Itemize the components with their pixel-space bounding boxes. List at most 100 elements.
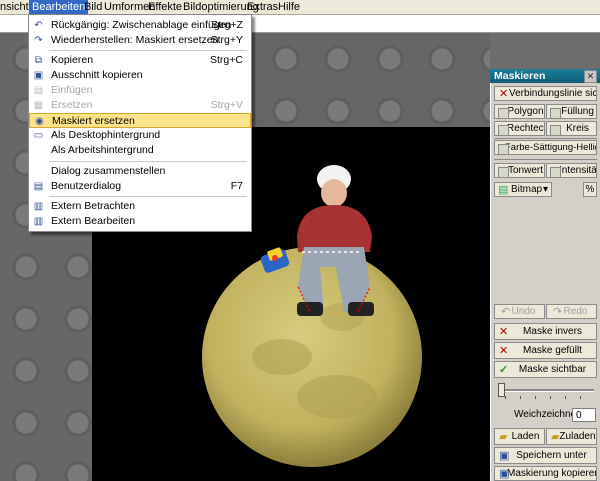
menu-item-shortcut: F7 [230,180,243,192]
menu-item-label: Als Desktophintergrund [51,129,161,141]
menu-item-label: Einfügen [51,84,93,96]
color-mode-checkbox[interactable]: Farbe-Sättigung-Helligkeit [494,140,597,155]
polygon-checkbox[interactable]: Polygon [494,104,545,119]
menu-item-paste[interactable]: ▤ Einfügen [29,83,251,98]
panel-title: Maskieren [494,70,546,82]
button-label: % [585,184,595,195]
copy-icon: ▣ [499,468,510,480]
masked-replace-icon: ◉ [35,116,44,127]
connection-line-toggle[interactable]: ✕ Verbindungslinie sichtbar [494,86,597,101]
checkbox-box [550,125,561,135]
undo-button[interactable]: ↶ Undo [494,304,545,319]
menu-item-user-dialog[interactable]: ▤ Benutzerdialog F7 [29,179,251,194]
checkbox-box [550,108,561,118]
menu-item-copy[interactable]: ⧉ Kopieren Strg+C [29,53,251,68]
menu-item-desktop-background[interactable]: ▭ Als Desktophintergrund [29,128,251,143]
menu-item-redo[interactable]: ↷ Wiederherstellen: Maskiert ersetzen St… [29,33,251,48]
menu-effekte[interactable]: Effekte [148,0,182,14]
close-icon[interactable]: ✕ [584,70,597,83]
redo-button[interactable]: ↷ Redo [546,304,597,319]
mask-filled-button[interactable]: ✕ Maske gefüllt [494,342,597,359]
menu-separator [49,196,247,197]
check-icon: ✓ [499,364,509,376]
undo-icon: ↶ [34,20,43,31]
save-icon: ▣ [499,450,510,462]
menu-item-undo[interactable]: ↶ Rückgängig: Zwischenablage einfügen St… [29,18,251,33]
button-label: Speichern unter [516,450,587,461]
blur-slider-handle[interactable] [498,383,505,397]
button-label: Maske invers [523,326,582,337]
menu-item-external-view[interactable]: ▥ Extern Betrachten [29,199,251,214]
menu-item-label: Extern Betrachten [51,200,136,212]
slider-tick [550,396,551,399]
menu-item-label: Kopieren [51,54,94,66]
menu-item-work-background[interactable]: Als Arbeitshintergrund [29,143,251,158]
paste-icon: ▤ [33,85,44,96]
replace-icon: ▦ [33,100,44,111]
menu-item-external-edit[interactable]: ▥ Extern Bearbeiten [29,214,251,229]
bitmap-dropdown[interactable]: ▤ Bitmap ▾ [494,182,552,197]
menu-separator [49,161,247,162]
menu-item-shortcut: Strg+Z [211,19,243,31]
copy-icon: ⧉ [34,55,43,66]
save-as-button[interactable]: ▣ Speichern unter [494,447,597,464]
cross-icon: ✕ [499,326,509,338]
menu-item-label: Benutzerdialog [51,180,122,192]
menu-item-masked-replace[interactable]: ◉ Maskiert ersetzen [29,113,251,128]
menu-item-copy-selection[interactable]: ▣ Ausschnitt kopieren [29,68,251,83]
edit-icon: ▥ [33,216,44,227]
copy-mask-button[interactable]: ▣ Maskierung kopieren [494,466,597,481]
chevron-down-icon: ▾ [542,184,548,195]
undo-arrow-icon: ↶ [501,306,511,318]
menu-item-replace[interactable]: ▦ Ersetzen Strg+V [29,98,251,113]
menu-separator [49,50,247,51]
blur-slider-track[interactable] [500,389,594,392]
percent-button[interactable]: % [583,182,597,197]
checkbox-box [498,125,509,135]
menu-item-label: Maskiert ersetzen [52,115,135,127]
menu-bild[interactable]: Bild [84,0,102,14]
load-button[interactable]: ▰ Laden [494,428,545,445]
menu-item-label: Als Arbeitshintergrund [51,144,154,156]
button-label: Maskierung kopieren [507,468,597,479]
checkbox-box [498,108,509,118]
edit-menu: ↶ Rückgängig: Zwischenablage einfügen St… [28,14,252,232]
menu-item-label: Wiederherstellen: Maskiert ersetzen [51,34,219,46]
fill-checkbox[interactable]: Füllung [546,104,597,119]
menu-extras[interactable]: Extras [247,0,278,14]
circle-checkbox[interactable]: Kreis [546,121,597,136]
divider [494,138,597,139]
tone-value-checkbox[interactable]: Tonwert [494,163,545,178]
redo-arrow-icon: ↷ [553,306,563,318]
menu-item-label: Dialog zusammenstellen [51,165,166,177]
mask-visible-button[interactable]: ✓ Maske sichtbar [494,361,597,378]
add-load-button[interactable]: ▰ Zuladen [546,428,597,445]
rectangle-checkbox[interactable]: Rechteck [494,121,545,136]
menu-item-compose-dialog[interactable]: Dialog zusammenstellen [29,164,251,179]
menu-bearbeiten[interactable]: Bearbeiten [29,0,89,14]
divider [494,159,597,160]
redo-icon: ↷ [34,35,43,46]
folder-icon: ▰ [499,431,508,443]
button-label: Maske gefüllt [523,345,582,356]
intensity-checkbox[interactable]: Intensität [546,163,597,178]
cross-icon: ✕ [499,88,509,100]
bitmap-icon: ▤ [498,184,509,196]
menu-bar: nsicht Bearbeiten Bild Umformen Effekte … [0,0,600,15]
mask-invert-button[interactable]: ✕ Maske invers [494,323,597,340]
slider-tick [580,396,581,399]
menu-item-label: Extern Bearbeiten [51,215,136,227]
soft-drawer-input[interactable]: 0 [572,408,596,422]
soft-drawer-label: Weichzeichner [514,409,580,420]
slider-tick [565,396,566,399]
view-icon: ▥ [33,201,44,212]
menu-item-shortcut: Strg+C [210,54,243,66]
crop-copy-icon: ▣ [33,70,44,81]
menu-ansicht[interactable]: nsicht [0,0,29,14]
button-label: Verbindungslinie sichtbar [509,88,597,99]
menu-item-label: Ausschnitt kopieren [51,69,143,81]
menu-item-shortcut: Strg+Y [210,34,243,46]
menu-hilfe[interactable]: Hilfe [278,0,300,14]
slider-tick [520,396,521,399]
dialog-icon: ▤ [33,181,44,192]
